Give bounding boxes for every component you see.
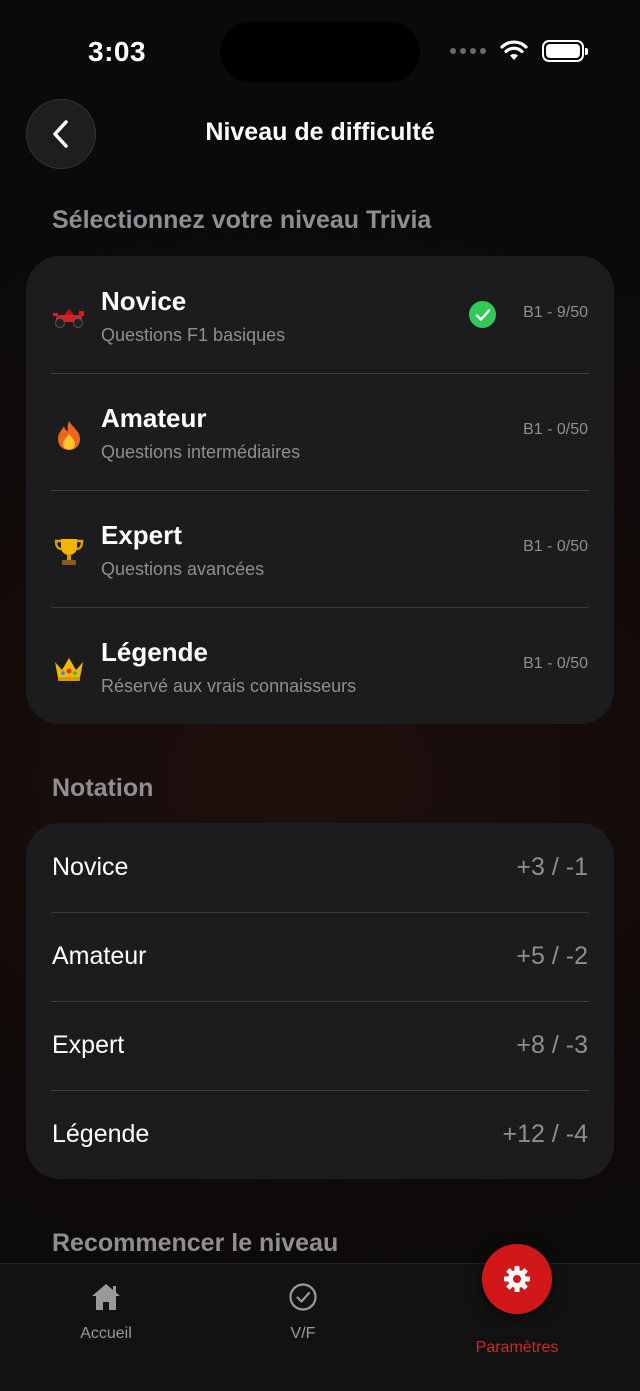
levels-section-title: Sélectionnez votre niveau Trivia — [52, 206, 432, 234]
scoring-value: +8 / -3 — [516, 1031, 588, 1059]
dynamic-island — [220, 22, 420, 82]
scoring-level-name: Amateur — [52, 942, 147, 970]
crown-icon — [52, 653, 86, 687]
tab-settings[interactable] — [482, 1244, 552, 1314]
check-circle-icon — [289, 1283, 317, 1311]
level-progress: B1 - 9/50 — [523, 304, 588, 321]
scoring-card: Novice +3 / -1 Amateur +5 / -2 Expert +8… — [26, 823, 614, 1179]
scoring-row: Expert +8 / -3 — [26, 1001, 614, 1090]
page-title: Niveau de difficulté — [205, 118, 435, 146]
race-car-icon — [52, 302, 86, 336]
level-progress: B1 - 0/50 — [523, 655, 588, 672]
level-row-amateur[interactable]: Amateur Questions intermédiaires B1 - 0/… — [26, 373, 614, 490]
level-row-novice[interactable]: Novice Questions F1 basiques B1 - 9/50 — [26, 256, 614, 373]
level-description: Questions intermédiaires — [101, 442, 301, 462]
level-progress: B1 - 0/50 — [523, 538, 588, 555]
tab-home[interactable]: Accueil — [46, 1282, 166, 1343]
gear-icon — [504, 1266, 530, 1292]
wifi-icon — [500, 40, 528, 60]
tab-true-false-label: V/F — [290, 1325, 316, 1342]
fire-icon — [52, 419, 86, 453]
level-row-legende[interactable]: Légende Réservé aux vrais connaisseurs B… — [26, 607, 614, 724]
level-name: Expert — [101, 520, 182, 550]
level-name: Novice — [101, 286, 187, 316]
status-icons — [450, 40, 588, 62]
tab-true-false[interactable]: V/F — [243, 1282, 363, 1343]
level-row-expert[interactable]: Expert Questions avancées B1 - 0/50 — [26, 490, 614, 607]
scoring-section-title: Notation — [52, 774, 154, 802]
level-name: Amateur — [101, 403, 207, 433]
level-description: Questions F1 basiques — [101, 325, 286, 345]
battery-icon — [542, 40, 588, 62]
status-time: 3:03 — [88, 36, 147, 67]
home-icon — [92, 1284, 120, 1310]
reset-section-title: Recommencer le niveau — [52, 1229, 339, 1257]
level-description: Réservé aux vrais connaisseurs — [101, 676, 357, 696]
selected-check-icon — [469, 301, 496, 328]
levels-card: Novice Questions F1 basiques B1 - 9/50 A… — [26, 256, 614, 724]
scoring-row: Novice +3 / -1 — [26, 823, 614, 912]
scoring-level-name: Légende — [52, 1120, 150, 1148]
screen: 3:03 Niveau de difficulté Sélectionnez v… — [0, 0, 640, 1391]
scoring-row: Amateur +5 / -2 — [26, 912, 614, 1001]
level-name: Légende — [101, 637, 208, 667]
scoring-row: Légende +12 / -4 — [26, 1090, 614, 1179]
tab-home-label: Accueil — [80, 1325, 132, 1342]
trophy-icon — [52, 536, 86, 570]
cellular-signal-icon — [450, 48, 486, 54]
level-progress: B1 - 0/50 — [523, 421, 588, 438]
tab-settings-label: Paramètres — [475, 1339, 559, 1356]
scoring-value: +12 / -4 — [502, 1120, 588, 1148]
scoring-value: +3 / -1 — [516, 853, 588, 881]
scoring-level-name: Expert — [52, 1031, 125, 1059]
scoring-level-name: Novice — [52, 853, 129, 881]
scoring-value: +5 / -2 — [516, 942, 588, 970]
level-description: Questions avancées — [101, 559, 265, 579]
